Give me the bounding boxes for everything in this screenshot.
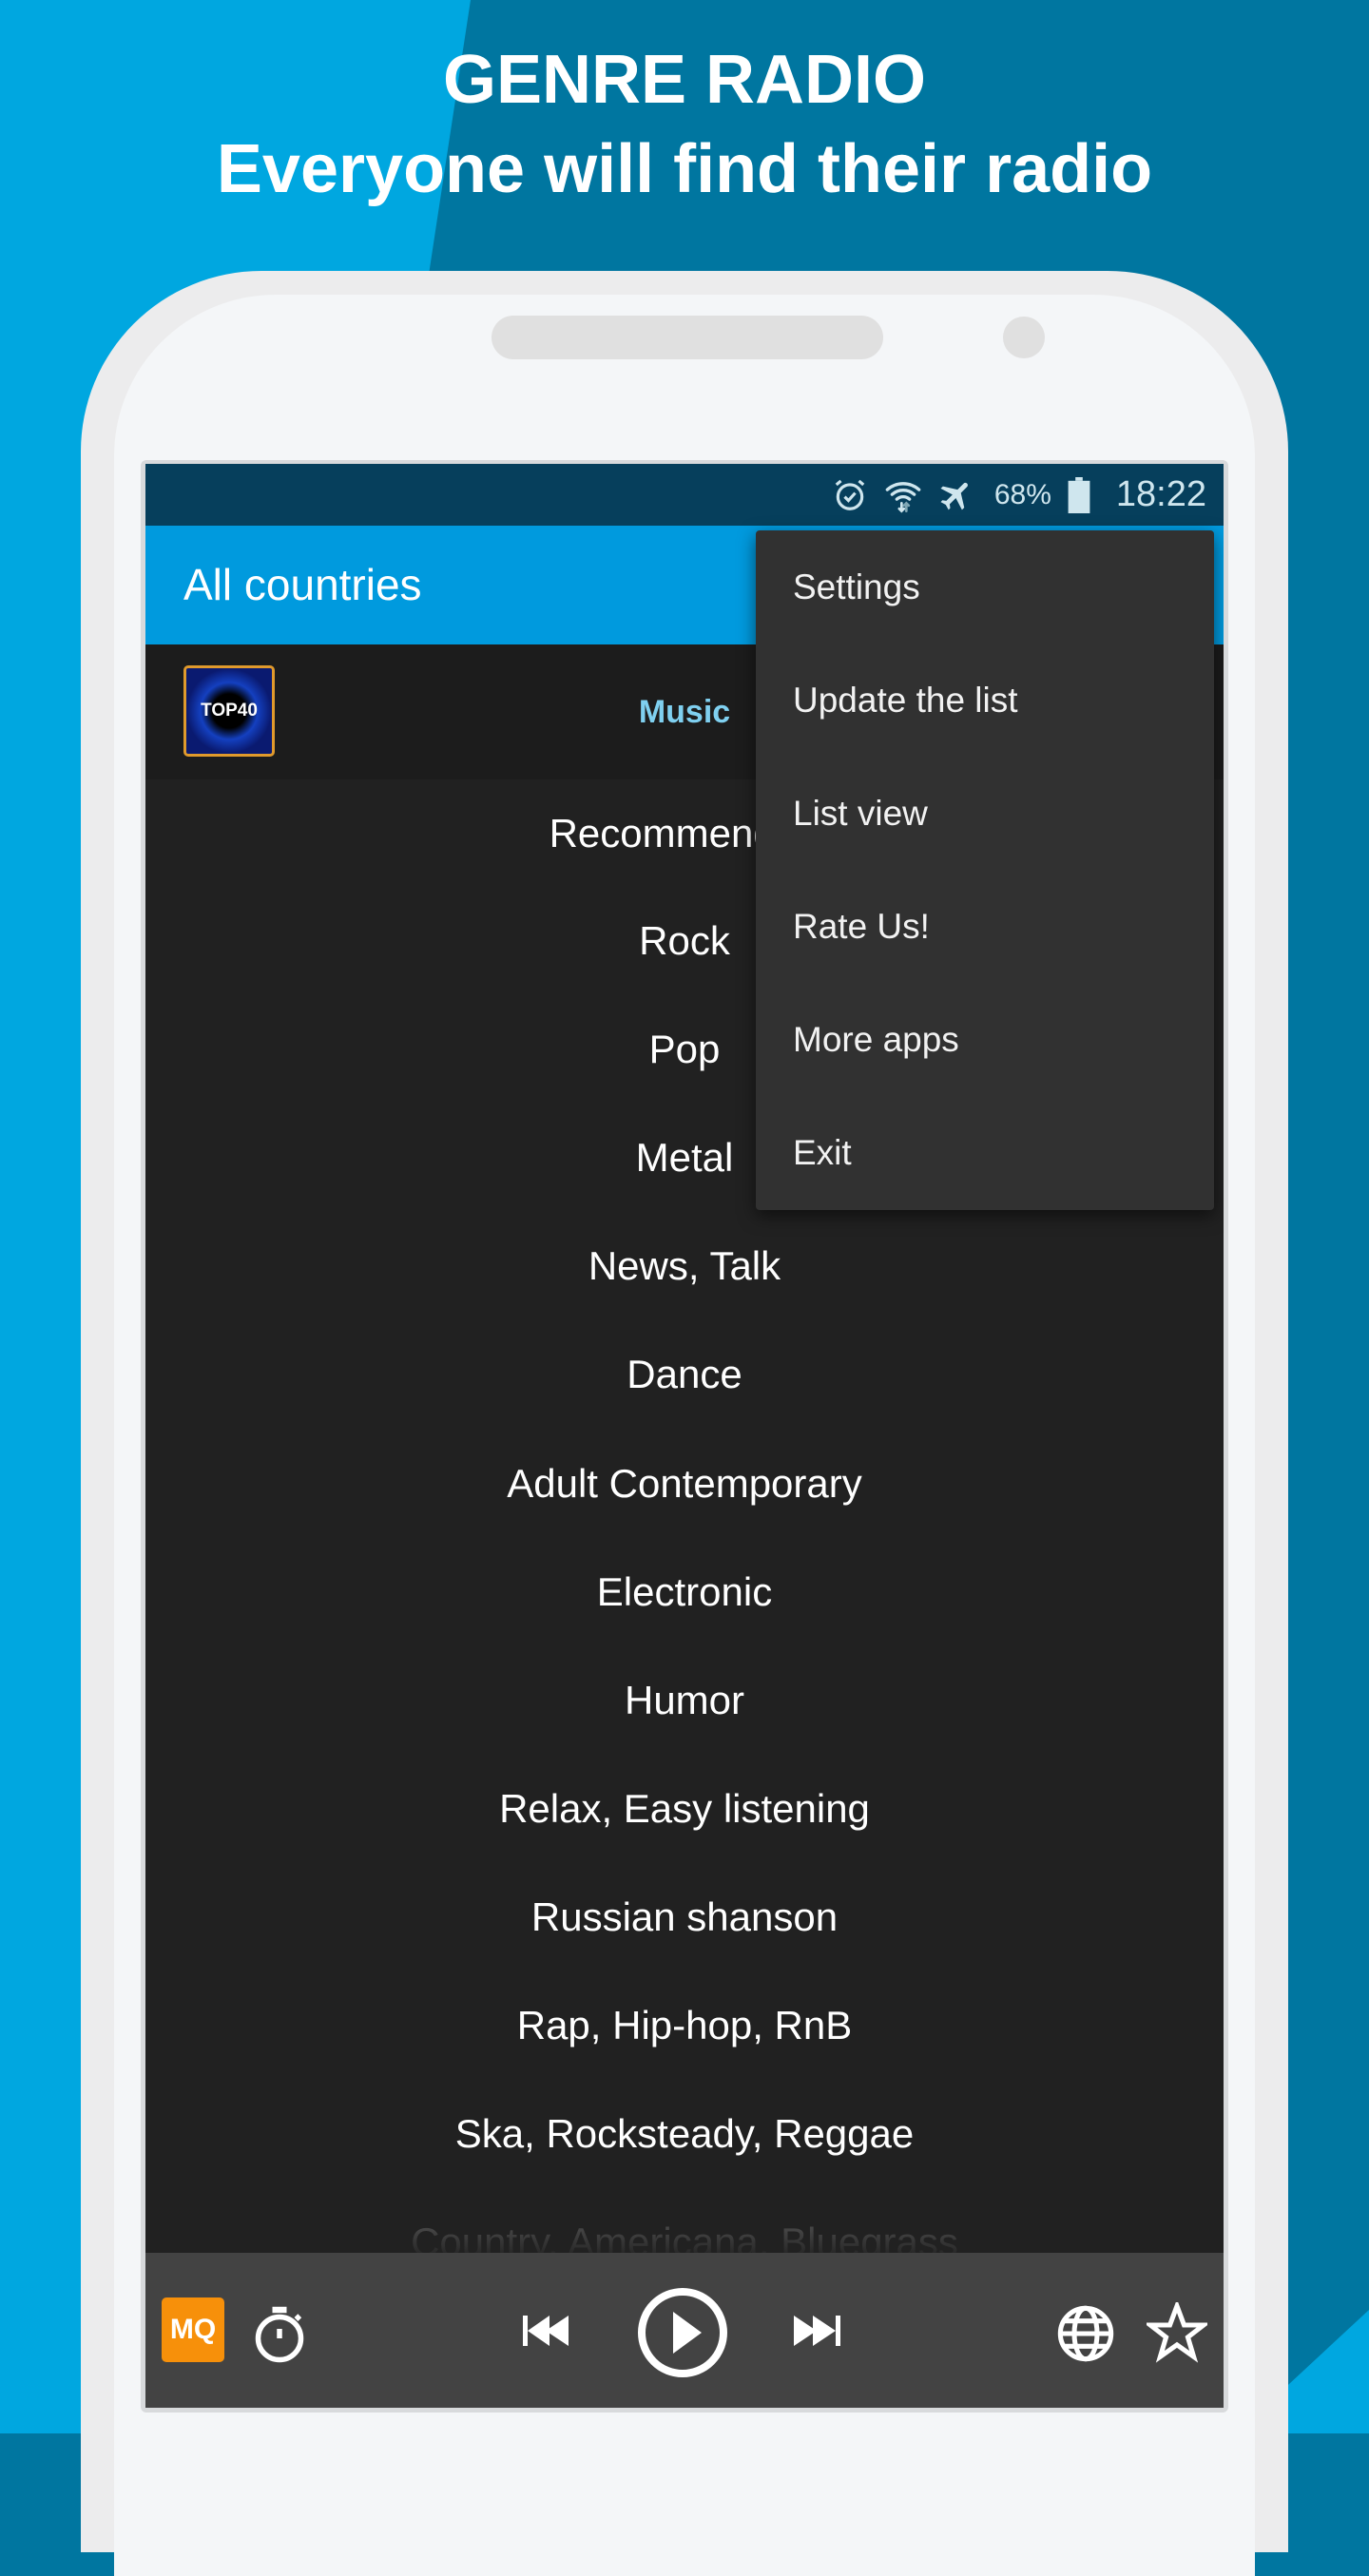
menu-item-settings[interactable]: Settings xyxy=(756,530,1214,644)
phone-camera xyxy=(1003,317,1045,358)
previous-icon xyxy=(523,2316,569,2346)
genre-item[interactable]: Russian shanson xyxy=(145,1889,1224,1946)
phone-speaker xyxy=(492,316,883,359)
menu-item-list-view[interactable]: List view xyxy=(756,757,1214,870)
next-icon xyxy=(794,2316,840,2346)
battery-icon xyxy=(1067,476,1091,514)
promo-subtitle: Everyone will find their radio xyxy=(216,131,1153,207)
list-fade xyxy=(145,2194,1224,2253)
genre-item[interactable]: Dance xyxy=(145,1346,1224,1403)
airplane-mode-icon xyxy=(937,476,975,514)
genre-item[interactable]: Humor xyxy=(145,1672,1224,1729)
genre-item[interactable]: Relax, Easy listening xyxy=(145,1780,1224,1837)
next-button[interactable] xyxy=(792,2307,845,2355)
wifi-icon xyxy=(884,476,922,514)
timer-icon xyxy=(255,2306,304,2363)
previous-button[interactable] xyxy=(521,2307,574,2355)
page-title[interactable]: All countries xyxy=(183,526,422,644)
menu-item-more-apps[interactable]: More apps xyxy=(756,983,1214,1096)
sleep-timer-button[interactable] xyxy=(248,2302,311,2365)
quality-badge-button[interactable]: MQ xyxy=(162,2297,224,2362)
genre-item[interactable]: Electronic xyxy=(145,1564,1224,1621)
country-button[interactable] xyxy=(1052,2300,1119,2367)
genre-item[interactable]: Rap, Hip-hop, RnB xyxy=(145,1997,1224,2054)
battery-percent: 68% xyxy=(993,478,1051,510)
favorite-button[interactable] xyxy=(1144,2298,1210,2367)
genre-item[interactable]: Adult Contemporary xyxy=(145,1455,1224,1512)
genre-item[interactable]: Ska, Rocksteady, Reggae xyxy=(145,2105,1224,2163)
globe-icon xyxy=(1057,2305,1114,2362)
alarm-icon xyxy=(831,476,869,514)
genre-item[interactable]: News, Talk xyxy=(145,1238,1224,1295)
menu-item-rate-us[interactable]: Rate Us! xyxy=(756,870,1214,983)
menu-item-update-list[interactable]: Update the list xyxy=(756,644,1214,757)
player-bar: MQ xyxy=(145,2253,1224,2408)
app-screen: 68% 18:22 All countries TOP40 Music Reco… xyxy=(145,464,1224,2408)
status-bar: 68% 18:22 xyxy=(145,464,1224,526)
play-button[interactable] xyxy=(635,2285,730,2380)
menu-item-exit[interactable]: Exit xyxy=(756,1096,1214,1209)
promo-title: GENRE RADIO xyxy=(442,42,927,118)
clock: 18:22 xyxy=(1115,474,1206,514)
overflow-menu: Settings Update the list List view Rate … xyxy=(756,530,1214,1210)
play-icon xyxy=(638,2288,727,2377)
star-icon xyxy=(1147,2302,1207,2363)
